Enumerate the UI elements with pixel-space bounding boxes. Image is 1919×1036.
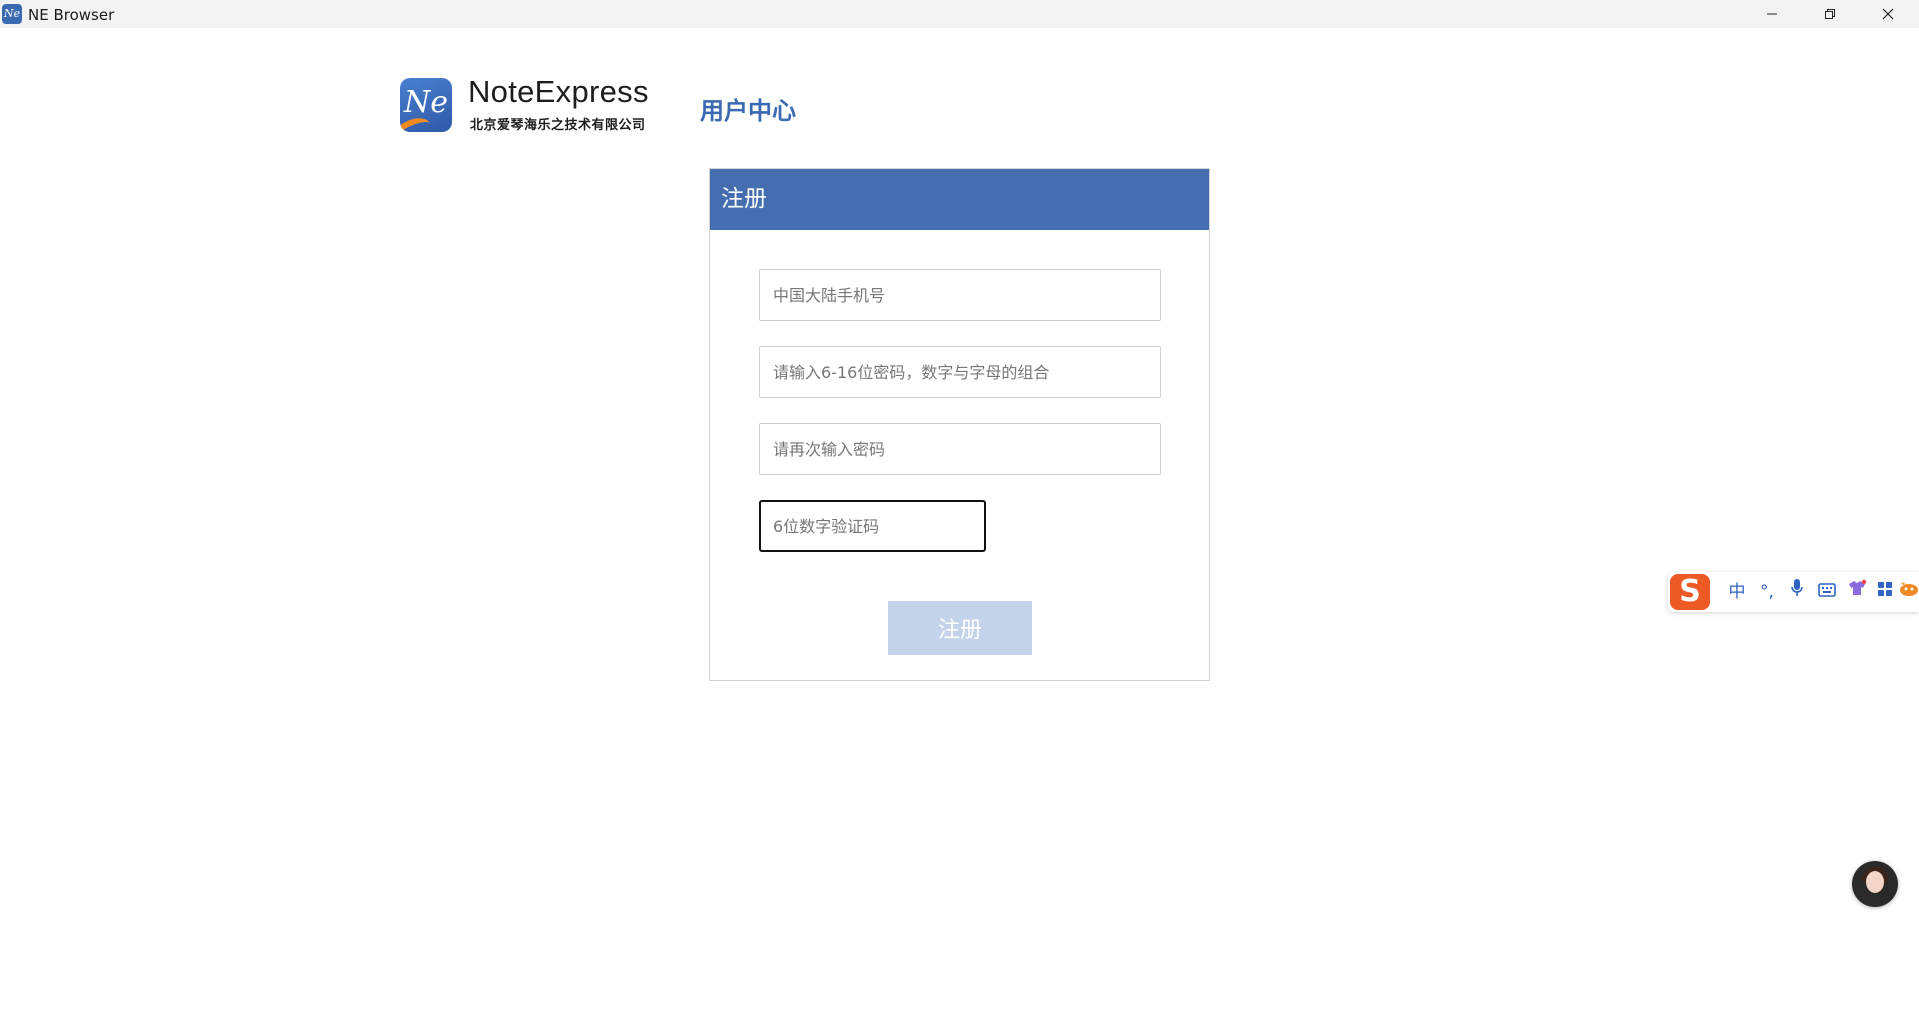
register-card: 注册 注册 (709, 168, 1210, 681)
ime-toolbar[interactable]: S 中 °, (1668, 572, 1919, 612)
verification-code-input[interactable] (759, 500, 986, 552)
mascot-icon[interactable] (1896, 578, 1919, 606)
minimize-button[interactable] (1743, 0, 1801, 28)
restore-button[interactable] (1801, 0, 1859, 28)
close-icon (1882, 8, 1894, 20)
sogou-logo-icon[interactable]: S (1670, 574, 1710, 610)
noteexpress-logo-icon: Ne (400, 78, 452, 132)
keyboard-icon[interactable] (1814, 578, 1840, 606)
close-button[interactable] (1859, 0, 1917, 28)
user-center-title: 用户中心 (700, 97, 796, 125)
register-card-title: 注册 (710, 169, 1209, 230)
password-input[interactable] (759, 346, 1161, 398)
restore-icon (1825, 9, 1835, 19)
toolbox-icon[interactable] (1872, 578, 1898, 606)
assistant-avatar-button[interactable] (1852, 861, 1898, 907)
skin-icon[interactable] (1844, 578, 1870, 606)
register-button[interactable]: 注册 (888, 601, 1032, 655)
phone-input[interactable] (759, 269, 1161, 321)
page-header: Ne NoteExpress 北京爱琴海乐之技术有限公司 用户中心 (0, 28, 1919, 133)
window-title: NE Browser (28, 6, 115, 24)
minimize-icon (1767, 13, 1777, 15)
logo-name: NoteExpress (468, 74, 649, 109)
window-titlebar: Ne NE Browser (0, 0, 1919, 28)
app-icon: Ne (2, 4, 22, 24)
ime-punctuation-toggle[interactable]: °, (1754, 578, 1780, 606)
ime-mode-toggle[interactable]: 中 (1724, 578, 1750, 606)
confirm-password-input[interactable] (759, 423, 1161, 475)
microphone-icon[interactable] (1784, 578, 1810, 606)
avatar-icon (1866, 871, 1884, 893)
logo-company: 北京爱琴海乐之技术有限公司 (470, 118, 646, 133)
